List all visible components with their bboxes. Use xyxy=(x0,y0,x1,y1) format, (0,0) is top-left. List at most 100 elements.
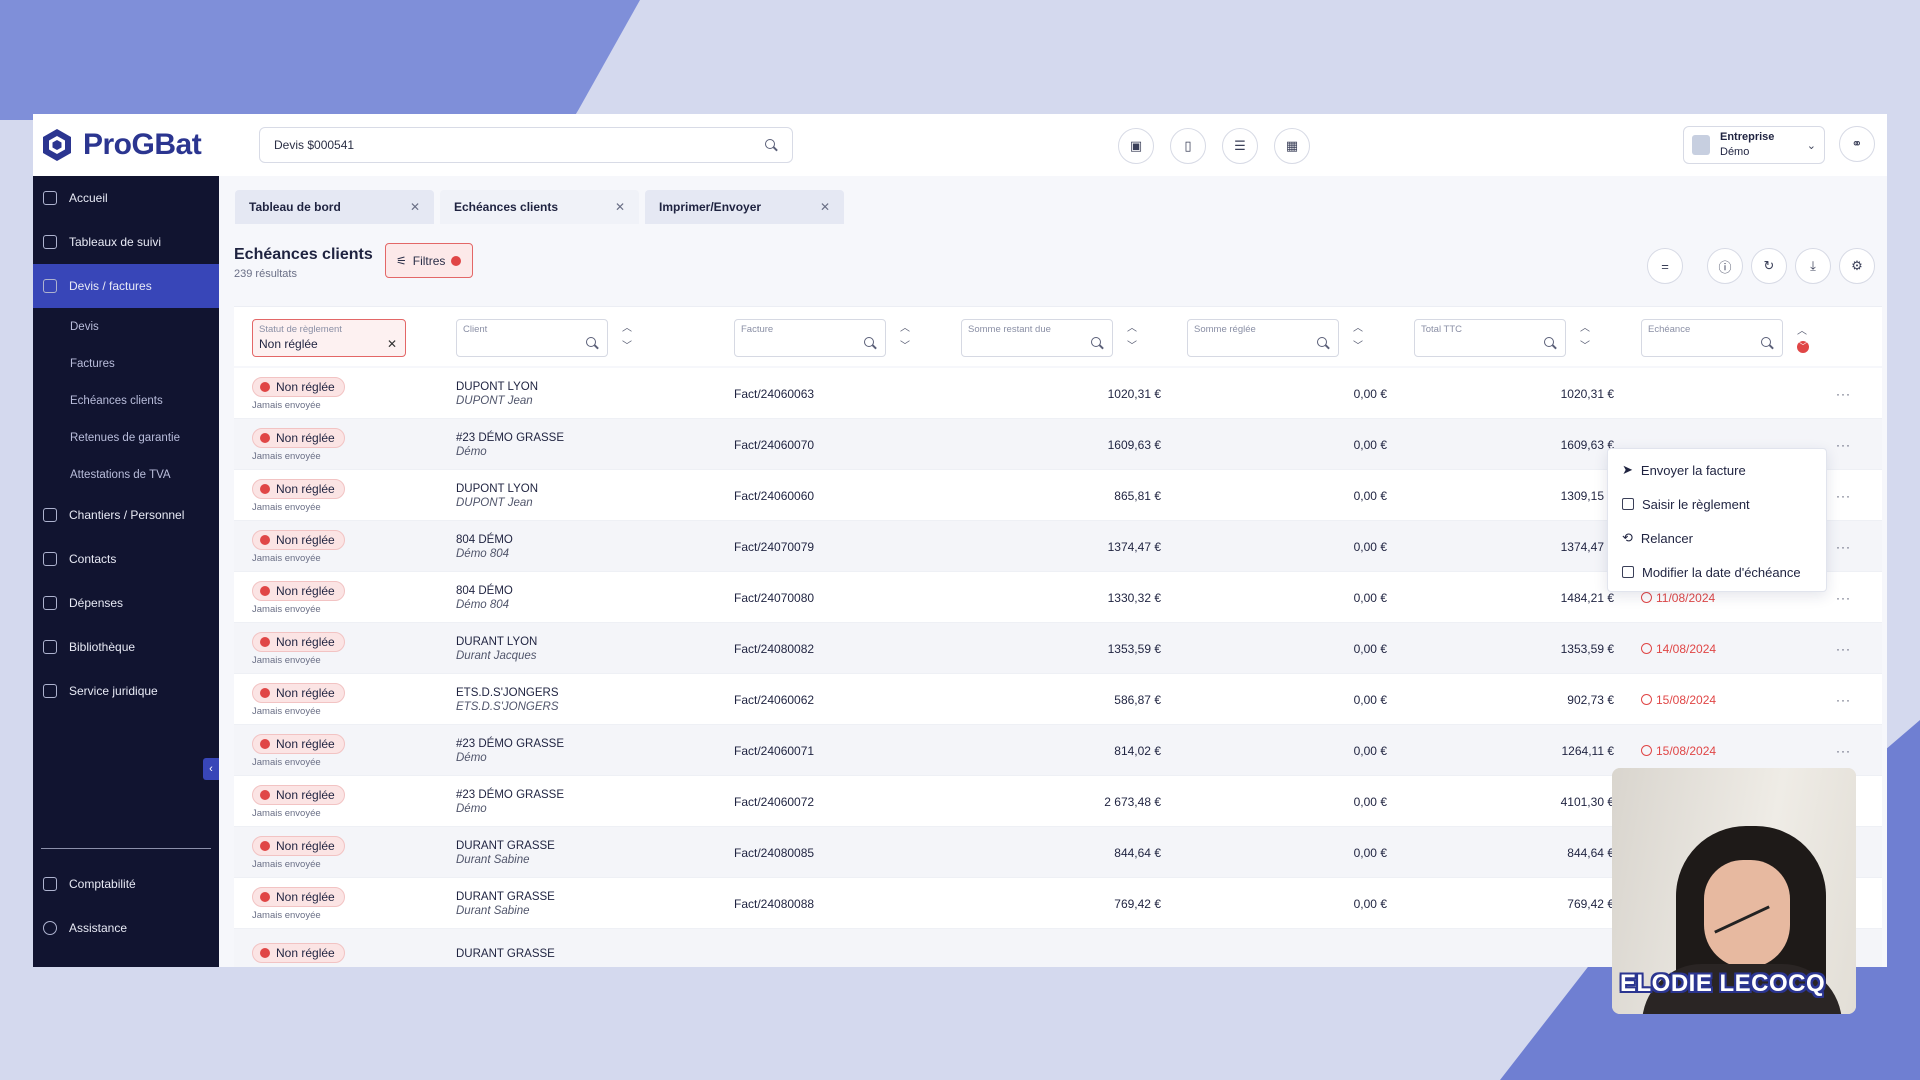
sidebar-item-juridique[interactable]: Service juridique xyxy=(33,669,219,713)
sort-up-icon[interactable]: ︿ xyxy=(1353,320,1363,338)
invoice-number[interactable]: Fact/24070079 xyxy=(734,540,814,554)
sort-down-icon[interactable]: ﹀ xyxy=(1127,338,1137,356)
invoice-filter-input[interactable]: Facture xyxy=(734,319,886,357)
sidebar-item-label: Contacts xyxy=(69,552,117,566)
sidebar-item-depenses[interactable]: Dépenses xyxy=(33,581,219,625)
invoice-number[interactable]: Fact/24060072 xyxy=(734,795,814,809)
more-options-icon[interactable]: ··· xyxy=(1836,521,1851,572)
tab-tableau-de-bord[interactable]: Tableau de bord ✕ xyxy=(235,190,434,224)
menu-send-invoice[interactable]: ➤ Envoyer la facture xyxy=(1608,453,1826,487)
sidebar-subitem-devis[interactable]: Devis xyxy=(33,308,219,345)
sidebar-item-tableaux[interactable]: Tableaux de suivi xyxy=(33,220,219,264)
close-icon[interactable]: ✕ xyxy=(820,200,830,214)
logo[interactable]: ProGBat xyxy=(39,127,229,163)
sort-toggle[interactable]: ︿ ﹀ xyxy=(1353,320,1363,356)
due-filter-input[interactable]: Echéance xyxy=(1641,319,1783,357)
filters-button[interactable]: ⚟ Filtres xyxy=(385,243,473,278)
tab-echeances-clients[interactable]: Echéances clients ✕ xyxy=(440,190,639,224)
sort-down-active-icon[interactable]: ﹀ xyxy=(1797,341,1809,353)
sort-toggle[interactable]: ︿ ﹀ xyxy=(1127,320,1137,356)
chevron-left-icon[interactable]: ‹ xyxy=(203,758,219,780)
more-options-icon[interactable]: ··· xyxy=(1836,470,1851,521)
sidebar-item-chantiers[interactable]: Chantiers / Personnel xyxy=(33,493,219,537)
calendar-icon[interactable]: ▦ xyxy=(1274,128,1310,164)
sort-toggle[interactable]: ︿ ﹀ xyxy=(622,320,632,356)
menu-edit-due-date[interactable]: Modifier la date d'échéance xyxy=(1608,555,1826,589)
due-date-text: 14/08/2024 xyxy=(1656,641,1717,656)
status-filter-input[interactable]: Statut de règlement Non réglée ✕ xyxy=(252,319,406,357)
sidebar-item-accueil[interactable]: Accueil xyxy=(33,176,219,220)
invoice-number[interactable]: Fact/24080085 xyxy=(734,846,814,860)
sort-toggle[interactable]: ︿ ﹀ xyxy=(1580,320,1590,356)
sent-status: Jamais envoyée xyxy=(252,450,321,462)
remaining-filter-input[interactable]: Somme restant due xyxy=(961,319,1113,357)
status-cell: Non réglée xyxy=(252,929,345,967)
sort-up-icon[interactable]: ︿ xyxy=(1127,320,1137,338)
table-row[interactable]: Non réglée Jamais envoyée ETS.D.S'JONGERS E… xyxy=(234,674,1882,725)
invoice-number[interactable]: Fact/24060063 xyxy=(734,387,814,401)
sort-up-icon[interactable]: ︿ xyxy=(1797,323,1809,341)
camera-icon[interactable]: ▣ xyxy=(1118,128,1154,164)
menu-record-payment[interactable]: Saisir le règlement xyxy=(1608,487,1826,521)
clipboard-icon[interactable]: ▯ xyxy=(1170,128,1206,164)
menu-remind[interactable]: ⟲ Relancer xyxy=(1608,521,1826,555)
table-row[interactable]: Non réglée Jamais envoyée DURANT LYON Duran… xyxy=(234,623,1882,674)
status-cell: Non réglée Jamais envoyée xyxy=(252,878,345,929)
sidebar-item-devis-factures[interactable]: Devis / factures xyxy=(33,264,219,308)
sort-up-icon[interactable]: ︿ xyxy=(900,320,910,338)
table-row[interactable]: Non réglée Jamais envoyée DUPONT LYON DUPON… xyxy=(234,368,1882,419)
remaining-amount: 814,02 € xyxy=(1114,743,1161,758)
sort-toggle[interactable]: ︿ ﹀ xyxy=(1797,323,1809,353)
more-options-icon[interactable]: ··· xyxy=(1836,674,1851,725)
sliders-icon: ⚟ xyxy=(396,253,407,268)
sidebar-subitem-echeances[interactable]: Echéances clients xyxy=(33,382,219,419)
sort-down-icon[interactable]: ﹀ xyxy=(1353,338,1363,356)
more-options-icon[interactable]: ··· xyxy=(1836,368,1851,419)
link-icon[interactable]: ⚭ xyxy=(1839,126,1875,162)
invoice-number[interactable]: Fact/24060071 xyxy=(734,744,814,758)
invoice-number[interactable]: Fact/24080082 xyxy=(734,642,814,656)
sidebar-item-contacts[interactable]: Contacts xyxy=(33,537,219,581)
refresh-icon[interactable]: ↻ xyxy=(1751,248,1787,284)
invoice-number[interactable]: Fact/24060070 xyxy=(734,438,814,452)
global-search-input[interactable]: Devis $000541 xyxy=(259,127,793,163)
total-amount: 902,73 € xyxy=(1567,692,1614,707)
invoice-number[interactable]: Fact/24060060 xyxy=(734,489,814,503)
invoice-number[interactable]: Fact/24070080 xyxy=(734,591,814,605)
sort-down-icon[interactable]: ﹀ xyxy=(622,338,632,356)
clear-icon[interactable]: ✕ xyxy=(387,337,397,351)
status-text: Non réglée xyxy=(276,838,335,853)
client-filter-input[interactable]: Client xyxy=(456,319,608,357)
close-icon[interactable]: ✕ xyxy=(615,200,625,214)
gear-icon[interactable]: ⚙ xyxy=(1839,248,1875,284)
equals-icon[interactable]: = xyxy=(1647,248,1683,284)
company-selector[interactable]: Entreprise Démo ⌄ xyxy=(1683,126,1825,164)
close-icon[interactable]: ✕ xyxy=(410,200,420,214)
status-text: Non réglée xyxy=(276,787,335,802)
paid-filter-input[interactable]: Somme réglée xyxy=(1187,319,1339,357)
paid-cell: 0,00 € xyxy=(1187,419,1387,470)
more-options-icon[interactable]: ··· xyxy=(1836,419,1851,470)
sidebar-item-assistance[interactable]: Assistance xyxy=(33,906,219,950)
more-options-icon[interactable]: ··· xyxy=(1836,623,1851,674)
list-icon[interactable]: ☰ xyxy=(1222,128,1258,164)
sidebar-item-comptabilite[interactable]: Comptabilité xyxy=(33,862,219,906)
sort-down-icon[interactable]: ﹀ xyxy=(900,338,910,356)
sidebar-subitem-factures[interactable]: Factures xyxy=(33,345,219,382)
sidebar-subitem-retenues[interactable]: Retenues de garantie xyxy=(33,419,219,456)
sort-up-icon[interactable]: ︿ xyxy=(1580,320,1590,338)
sidebar-item-bibliotheque[interactable]: Bibliothèque xyxy=(33,625,219,669)
tab-imprimer-envoyer[interactable]: Imprimer/Envoyer ✕ xyxy=(645,190,844,224)
invoice-number[interactable]: Fact/24080088 xyxy=(734,897,814,911)
more-options-icon[interactable]: ··· xyxy=(1836,572,1851,623)
total-filter-input[interactable]: Total TTC xyxy=(1414,319,1566,357)
download-icon[interactable]: ⤓ xyxy=(1795,248,1831,284)
sidebar-subitem-attestations[interactable]: Attestations de TVA xyxy=(33,456,219,493)
invoice-cell: Fact/24060071 xyxy=(734,725,814,776)
info-icon[interactable]: ⓘ xyxy=(1707,248,1743,284)
invoice-number[interactable]: Fact/24060062 xyxy=(734,693,814,707)
sort-toggle[interactable]: ︿ ﹀ xyxy=(900,320,910,356)
search-icon[interactable] xyxy=(764,138,778,152)
sort-up-icon[interactable]: ︿ xyxy=(622,320,632,338)
sort-down-icon[interactable]: ﹀ xyxy=(1580,338,1590,356)
